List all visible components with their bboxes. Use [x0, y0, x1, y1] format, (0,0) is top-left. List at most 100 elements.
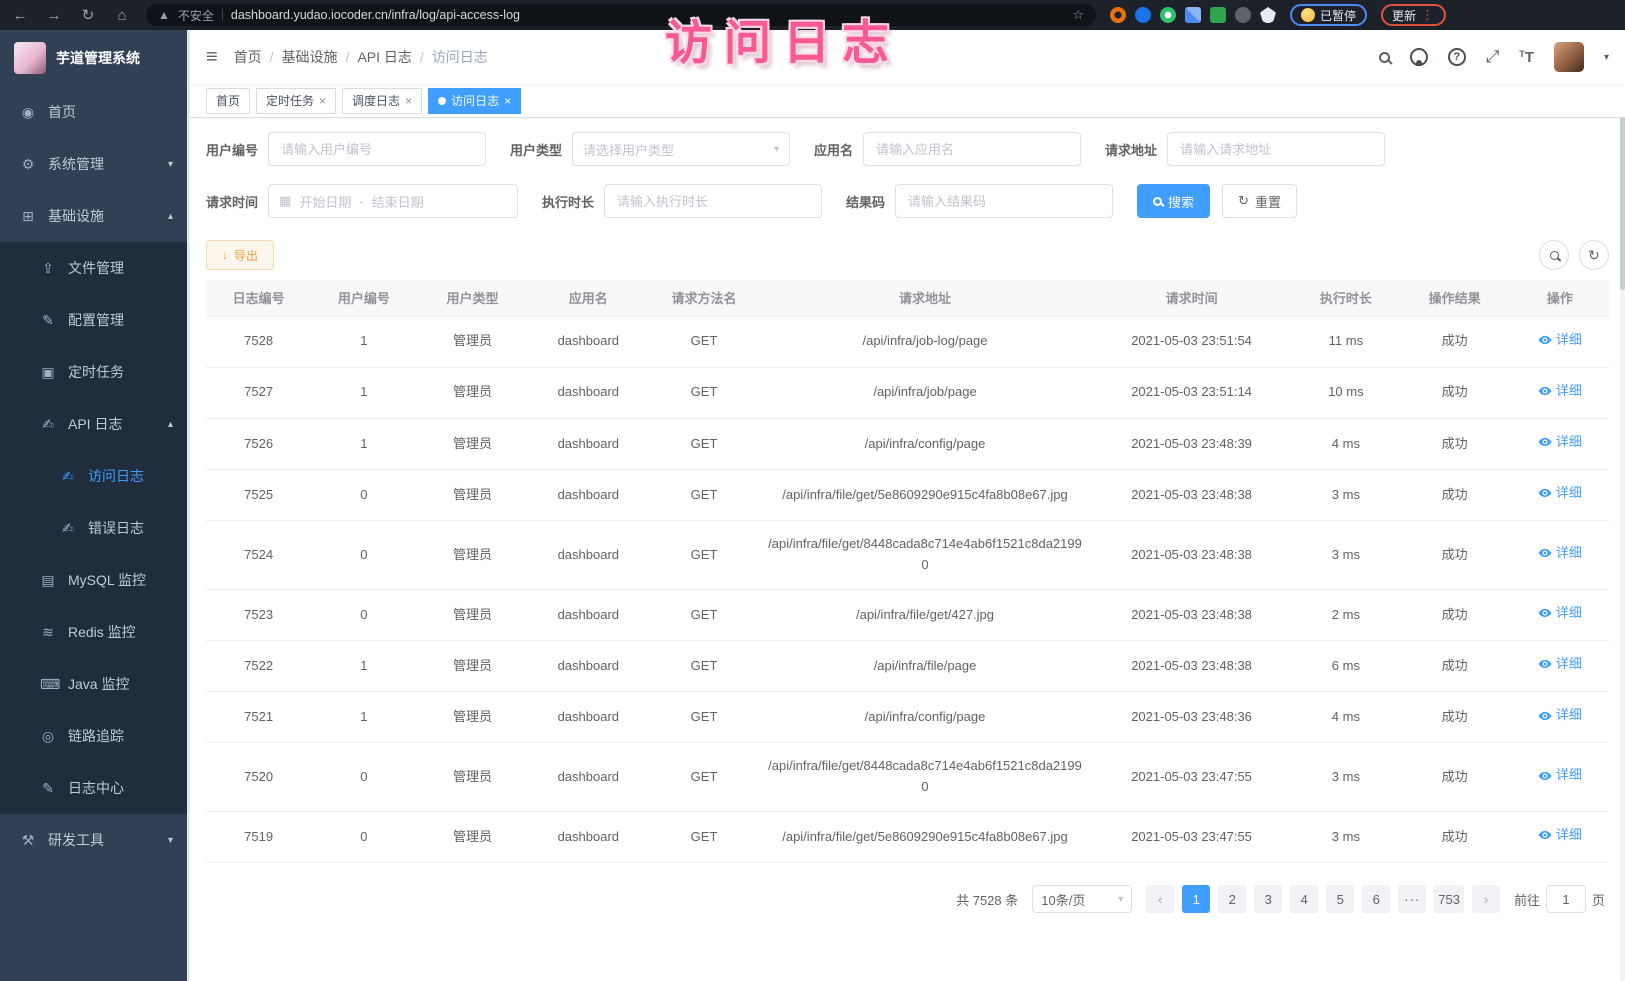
address-bar[interactable]: ▲ 不安全 dashboard.yudao.iocoder.cn/infra/l… [146, 4, 1096, 26]
more-pages-icon[interactable]: ··· [1398, 885, 1426, 913]
page-scrollbar[interactable] [1620, 30, 1625, 981]
cell-result: 成功 [1399, 641, 1511, 692]
bookmark-star-icon[interactable]: ☆ [1072, 7, 1084, 23]
sidebar-item-系统管理[interactable]: ⚙系统管理▾ [0, 138, 187, 190]
sidebar-item-MySQL 监控[interactable]: ▤MySQL 监控 [0, 554, 187, 606]
sidebar-item-Java 监控[interactable]: ⌨Java 监控 [0, 658, 187, 710]
search-button[interactable]: 搜索 [1137, 184, 1210, 218]
page-button-3[interactable]: 3 [1254, 885, 1282, 913]
tab-定时任务[interactable]: 定时任务× [256, 88, 336, 114]
detail-link[interactable]: 详细 [1538, 705, 1582, 726]
sidebar-item-链路追踪[interactable]: ◎链路追踪 [0, 710, 187, 762]
sidebar-item-研发工具[interactable]: ⚒研发工具▾ [0, 814, 187, 866]
sidebar-item-label: Java 监控 [68, 674, 173, 694]
breadcrumb-item[interactable]: API 日志 [357, 47, 411, 67]
browser-update-button[interactable]: 更新 ⋮ [1381, 4, 1446, 26]
profile-paused-badge[interactable]: 已暂停 [1290, 4, 1367, 26]
tab-首页[interactable]: 首页 [206, 88, 250, 114]
refresh-table-button[interactable]: ↻ [1579, 240, 1609, 270]
task-list-icon: ▣ [40, 364, 56, 381]
cell-result: 成功 [1399, 367, 1511, 418]
logo[interactable]: 芋道管理系统 [0, 30, 187, 86]
detail-link[interactable]: 详细 [1538, 765, 1582, 786]
browser-forward-icon[interactable]: → [44, 7, 64, 24]
detail-link[interactable]: 详细 [1538, 330, 1582, 351]
search-button-icon [1153, 197, 1162, 206]
user-type-select[interactable]: 请选择用户类型 ▾ [572, 132, 790, 166]
extension-icon-2[interactable] [1135, 7, 1151, 23]
cell-duration: 2 ms [1293, 589, 1398, 640]
detail-link[interactable]: 详细 [1538, 825, 1582, 846]
sidebar-item-Redis 监控[interactable]: ≋Redis 监控 [0, 606, 187, 658]
sidebar-item-首页[interactable]: ◉首页 [0, 86, 187, 138]
export-button[interactable]: ↓ 导出 [206, 240, 274, 270]
detail-link[interactable]: 详细 [1538, 432, 1582, 453]
goto-page-input[interactable] [1546, 885, 1586, 913]
sidebar-item-定时任务[interactable]: ▣定时任务 [0, 346, 187, 398]
sidebar-item-API 日志[interactable]: ✍API 日志▴ [0, 398, 187, 450]
sidebar-item-label: 日志中心 [68, 778, 173, 798]
page-button-5[interactable]: 5 [1326, 885, 1354, 913]
fullscreen-icon[interactable]: ⤢ [1486, 47, 1500, 67]
close-icon[interactable]: × [504, 94, 511, 108]
detail-link[interactable]: 详细 [1538, 603, 1582, 624]
detail-link[interactable]: 详细 [1538, 543, 1582, 564]
tab-调度日志[interactable]: 调度日志× [342, 88, 422, 114]
page-button-753[interactable]: 753 [1434, 885, 1464, 913]
font-size-icon[interactable]: TT [1519, 49, 1534, 66]
page-button-1[interactable]: 1 [1182, 885, 1210, 913]
profile-avatar-icon [1301, 8, 1315, 22]
sidebar-item-label: 访问日志 [88, 466, 173, 486]
sidebar-item-文件管理[interactable]: ⇪文件管理 [0, 242, 187, 294]
download-icon: ↓ [222, 248, 228, 262]
close-icon[interactable]: × [405, 94, 412, 108]
table-row: 75250管理员dashboardGET/api/infra/file/get/… [206, 470, 1609, 521]
sidebar-item-访问日志[interactable]: ✍访问日志 [0, 450, 187, 502]
detail-link[interactable]: 详细 [1538, 654, 1582, 675]
browser-chrome: ← → ↻ ⌂ ▲ 不安全 dashboard.yudao.iocoder.cn… [0, 0, 1625, 30]
user-id-input[interactable] [268, 132, 486, 166]
github-icon[interactable] [1410, 48, 1428, 66]
page-button-4[interactable]: 4 [1290, 885, 1318, 913]
browser-back-icon[interactable]: ← [10, 7, 30, 24]
page-size-select[interactable]: 10条/页 ▾ [1032, 885, 1132, 913]
page-button-6[interactable]: 6 [1362, 885, 1390, 913]
tab-访问日志[interactable]: 访问日志× [428, 88, 521, 114]
sidebar-item-配置管理[interactable]: ✎配置管理 [0, 294, 187, 346]
sidebar-item-基础设施[interactable]: ⊞基础设施▴ [0, 190, 187, 242]
user-avatar[interactable] [1554, 42, 1584, 72]
detail-link[interactable]: 详细 [1538, 381, 1582, 402]
next-page-button[interactable]: › [1472, 885, 1500, 913]
browser-refresh-icon[interactable]: ↻ [78, 6, 98, 24]
sidebar-item-日志中心[interactable]: ✎日志中心 [0, 762, 187, 814]
breadcrumb-item[interactable]: 首页 [234, 47, 262, 67]
avatar-caret-icon[interactable]: ▾ [1604, 52, 1609, 63]
extension-icon-7[interactable] [1260, 7, 1276, 23]
page-url[interactable]: dashboard.yudao.iocoder.cn/infra/log/api… [231, 8, 1064, 22]
toolbar: ↓ 导出 ↻ [206, 240, 1609, 270]
search-icon[interactable] [1379, 52, 1390, 63]
toggle-search-button[interactable] [1539, 240, 1569, 270]
extension-icon-1[interactable] [1110, 7, 1126, 23]
breadcrumb-item[interactable]: 基础设施 [282, 47, 338, 67]
sidebar-item-label: Redis 监控 [68, 622, 173, 642]
prev-page-button[interactable]: ‹ [1146, 885, 1174, 913]
extension-icon-4[interactable] [1185, 7, 1201, 23]
duration-input[interactable] [604, 184, 822, 218]
browser-home-icon[interactable]: ⌂ [112, 7, 132, 24]
result-code-input[interactable] [895, 184, 1113, 218]
extension-icon-5[interactable] [1210, 7, 1226, 23]
request-url-input[interactable] [1167, 132, 1385, 166]
extension-icon-6[interactable] [1235, 7, 1251, 23]
detail-link[interactable]: 详细 [1538, 483, 1582, 504]
close-icon[interactable]: × [319, 94, 326, 108]
app-name-input[interactable] [863, 132, 1081, 166]
page-button-2[interactable]: 2 [1218, 885, 1246, 913]
hamburger-icon[interactable]: ≡ [206, 46, 218, 69]
browser-menu-icon[interactable]: ⋮ [1421, 7, 1435, 23]
extension-icon-3[interactable] [1160, 7, 1176, 23]
help-icon[interactable]: ? [1448, 48, 1466, 66]
sidebar-item-错误日志[interactable]: ✍错误日志 [0, 502, 187, 554]
reset-button[interactable]: ↻ 重置 [1222, 184, 1297, 218]
request-time-range-picker[interactable]: ▦ 开始日期 - 结束日期 [268, 184, 518, 218]
